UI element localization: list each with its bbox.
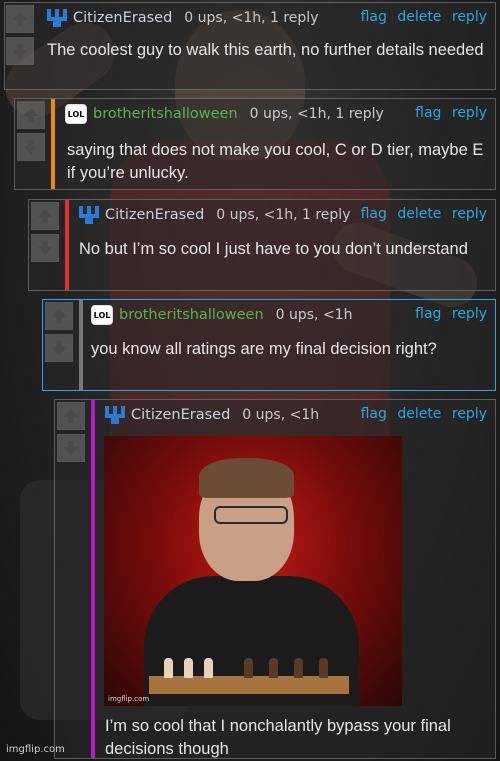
flag-link[interactable]: flag: [361, 206, 387, 222]
pixel-avatar-icon: [105, 406, 125, 424]
comment-header: CitizenErased 0 ups, <1h: [103, 403, 319, 427]
comment-text: I’m so cool that I nonchalantly bypass y…: [105, 717, 451, 758]
flag-link[interactable]: flag: [415, 306, 441, 322]
chess-piece: [294, 658, 303, 678]
thread-stripe: [79, 300, 83, 390]
username-link[interactable]: brotheritshalloween: [119, 307, 264, 323]
comment-header: CitizenErased 0 ups, <1h, 1 reply: [45, 6, 318, 30]
comment-actions: flag reply: [409, 105, 487, 121]
downvote-button[interactable]: [57, 434, 85, 462]
chess-piece: [244, 658, 253, 678]
site-watermark: imgflip.com: [6, 744, 65, 755]
arrow-up-icon: [23, 107, 39, 123]
delete-link[interactable]: delete: [397, 206, 441, 222]
arrow-down-icon: [51, 340, 67, 356]
username-link[interactable]: CitizenErased: [105, 207, 204, 223]
comment-actions: flag delete reply: [355, 9, 487, 25]
arrow-up-icon: [37, 208, 53, 224]
reply-link[interactable]: reply: [452, 105, 487, 121]
arrow-down-icon: [37, 240, 53, 256]
reply-link[interactable]: reply: [452, 206, 487, 222]
vote-controls: [17, 101, 47, 165]
vote-controls: [31, 202, 61, 266]
comment-meta: 0 ups, <1h, 1 reply: [184, 10, 319, 26]
chess-piece: [204, 658, 213, 678]
chess-piece: [269, 658, 278, 678]
comment-actions: flag reply: [409, 306, 487, 322]
delete-link[interactable]: delete: [397, 9, 441, 25]
comment-text: No but I’m so cool I just have to you do…: [79, 240, 468, 258]
comment-actions: flag delete reply: [355, 406, 487, 422]
comment-actions: flag delete reply: [355, 206, 487, 222]
comment-text: saying that does not make you cool, C or…: [67, 141, 484, 182]
comment-meta: 0 ups, <1h: [242, 407, 320, 423]
comment-header: LOL brotheritshalloween 0 ups, <1h, 1 re…: [65, 102, 384, 126]
chess-piece: [164, 658, 173, 678]
reply-link[interactable]: reply: [452, 406, 487, 422]
comment: CitizenErased 0 ups, <1h, 1 reply flag d…: [4, 2, 496, 90]
lol-badge-icon: LOL: [91, 305, 113, 325]
upvote-button[interactable]: [45, 302, 73, 330]
upvote-button[interactable]: [6, 5, 34, 33]
comment-header: CitizenErased 0 ups, <1h, 1 reply: [77, 203, 350, 227]
comment: CitizenErased 0 ups, <1h, 1 reply flag d…: [28, 199, 496, 291]
image-chessboard: [149, 676, 349, 694]
downvote-button[interactable]: [17, 133, 45, 161]
arrow-up-icon: [51, 308, 67, 324]
comment-text: you know all ratings are my final decisi…: [91, 340, 437, 358]
arrow-down-icon: [23, 139, 39, 155]
reply-link[interactable]: reply: [452, 306, 487, 322]
image-glasses: [214, 506, 288, 524]
image-watermark: imgflip.com: [108, 695, 150, 703]
delete-link[interactable]: delete: [397, 406, 441, 422]
vote-controls: [45, 302, 75, 366]
thread-stripe: [91, 400, 95, 758]
arrow-down-icon: [63, 440, 79, 456]
comment-meta: 0 ups, <1h, 1 reply: [249, 106, 384, 122]
pixel-avatar-icon: [47, 9, 67, 27]
lol-badge-icon: LOL: [65, 104, 87, 124]
vote-controls: [6, 5, 36, 69]
comment-meta: 0 ups, <1h, 1 reply: [216, 207, 351, 223]
username-link[interactable]: CitizenErased: [131, 407, 230, 423]
comment: LOL brotheritshalloween 0 ups, <1h flag …: [42, 299, 496, 391]
chess-piece: [184, 658, 193, 678]
flag-link[interactable]: flag: [415, 105, 441, 121]
vote-controls: [57, 402, 87, 466]
comment-text: The coolest guy to walk this earth, no f…: [47, 41, 484, 59]
reply-link[interactable]: reply: [452, 9, 487, 25]
comment-meta: 0 ups, <1h: [275, 307, 353, 323]
downvote-button[interactable]: [45, 334, 73, 362]
username-link[interactable]: CitizenErased: [73, 10, 172, 26]
flag-link[interactable]: flag: [361, 9, 387, 25]
arrow-down-icon: [12, 43, 28, 59]
upvote-button[interactable]: [31, 202, 59, 230]
chess-piece: [319, 658, 328, 678]
downvote-button[interactable]: [6, 37, 34, 65]
username-link[interactable]: brotheritshalloween: [93, 106, 238, 122]
flag-link[interactable]: flag: [361, 406, 387, 422]
image-hair: [199, 458, 294, 498]
comment: LOL brotheritshalloween 0 ups, <1h, 1 re…: [14, 98, 496, 190]
comment-image[interactable]: imgflip.com: [104, 436, 402, 706]
thread-stripe: [65, 200, 69, 290]
downvote-button[interactable]: [31, 234, 59, 262]
upvote-button[interactable]: [17, 101, 45, 129]
comment-header: LOL brotheritshalloween 0 ups, <1h: [91, 303, 352, 327]
arrow-up-icon: [63, 408, 79, 424]
upvote-button[interactable]: [57, 402, 85, 430]
thread-stripe: [51, 99, 55, 189]
arrow-up-icon: [12, 11, 28, 27]
pixel-avatar-icon: [79, 206, 99, 224]
